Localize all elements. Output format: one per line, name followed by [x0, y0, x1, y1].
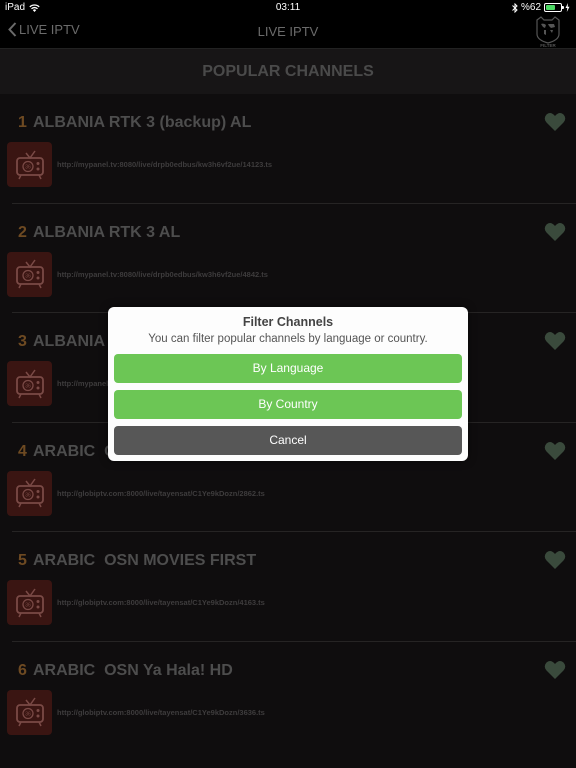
channel-thumbnail: 36 — [7, 689, 52, 735]
svg-text:36: 36 — [25, 493, 31, 499]
battery-percent: %62 — [520, 2, 541, 13]
section-header: POPULAR CHANNELS — [0, 48, 576, 94]
favorite-heart-icon[interactable] — [544, 331, 566, 351]
section-title: POPULAR CHANNELS — [202, 63, 374, 80]
favorite-heart-icon[interactable] — [544, 441, 566, 461]
tv-icon: 36 — [15, 150, 44, 179]
channel-thumbnail: 36 — [7, 470, 52, 516]
channel-number: 3 — [18, 333, 27, 350]
svg-text:36: 36 — [25, 274, 31, 280]
svg-text:36: 36 — [25, 383, 31, 389]
charging-icon — [565, 3, 570, 12]
dialog-title: Filter Channels — [242, 315, 334, 329]
channel-number: 6 — [18, 661, 27, 679]
tv-icon: 36 — [15, 588, 44, 617]
favorite-heart-icon[interactable] — [544, 660, 566, 680]
favorite-heart-icon[interactable] — [544, 222, 566, 242]
bluetooth-icon — [512, 2, 518, 13]
channel-name: ARABIC OSN MOVIES FIRST — [33, 552, 257, 569]
tv-icon: 36 — [15, 369, 44, 398]
channel-url: http://globiptv.com:8000/live/tayensat/C… — [57, 488, 265, 498]
chevron-left-icon — [8, 22, 17, 37]
navigation-bar: LIVE IPTV LIVE IPTV FILTER — [0, 16, 576, 48]
dialog-message: You can filter popular channels by langu… — [148, 333, 428, 345]
by-country-button[interactable]: By Country — [114, 390, 462, 419]
by-language-button[interactable]: By Language — [114, 354, 462, 383]
tv-icon: 36 — [15, 697, 44, 727]
channel-name: ALBANIA RTK 3 AL — [33, 223, 181, 241]
channel-row[interactable]: 5 ARABIC OSN MOVIES FIRST 36 http://glob… — [7, 532, 576, 642]
channel-thumbnail: 36 — [7, 142, 52, 187]
battery-icon — [544, 3, 564, 12]
channel-name: ALBANIA RTK 3 (backup) AL — [33, 114, 252, 131]
favorite-heart-icon[interactable] — [544, 550, 566, 570]
channel-number: 1 — [18, 114, 27, 131]
svg-text:36: 36 — [25, 712, 31, 718]
back-label: LIVE IPTV — [19, 22, 80, 37]
channel-name: ARABIC OSN Ya Hala! HD — [33, 661, 233, 679]
status-bar: iPad 03:11 %62 — [0, 0, 576, 16]
channel-thumbnail: 36 — [7, 580, 52, 625]
filter-world-map-icon: FILTER — [536, 16, 560, 48]
svg-text:36: 36 — [25, 602, 31, 608]
channel-row[interactable]: 2 ALBANIA RTK 3 AL 36 http://mypanel.tv:… — [7, 204, 576, 313]
svg-text:36: 36 — [25, 164, 31, 170]
clock: 03:11 — [275, 2, 301, 13]
channel-url: http://globiptv.com:8000/live/tayensat/C… — [57, 598, 265, 607]
filter-dialog: Filter Channels You can filter popular c… — [108, 307, 468, 461]
channel-thumbnail: 36 — [7, 361, 52, 406]
channel-number: 2 — [18, 223, 27, 241]
channel-thumbnail: 36 — [7, 251, 52, 297]
back-button[interactable]: LIVE IPTV — [8, 22, 80, 37]
channel-url: http://mypanel.tv:8080/live/drpb0edbus/k… — [57, 160, 273, 169]
tv-icon: 36 — [15, 259, 44, 289]
tv-icon: 36 — [15, 478, 44, 508]
filter-button[interactable]: FILTER — [534, 16, 562, 48]
channel-url: http://mypanel.tv:8080/live/drpb0edbus/k… — [57, 269, 268, 279]
channel-number: 5 — [18, 552, 27, 569]
channel-url: http://globiptv.com:8000/live/tayensat/C… — [57, 707, 265, 717]
channel-row[interactable]: 1 ALBANIA RTK 3 (backup) AL 36 http://my… — [7, 94, 576, 204]
favorite-heart-icon[interactable] — [544, 112, 566, 132]
nav-title: LIVE IPTV — [257, 24, 319, 39]
cancel-button[interactable]: Cancel — [114, 426, 462, 455]
channel-row[interactable]: 6 ARABIC OSN Ya Hala! HD 36 http://globi… — [7, 642, 576, 752]
channel-number: 4 — [18, 442, 27, 460]
